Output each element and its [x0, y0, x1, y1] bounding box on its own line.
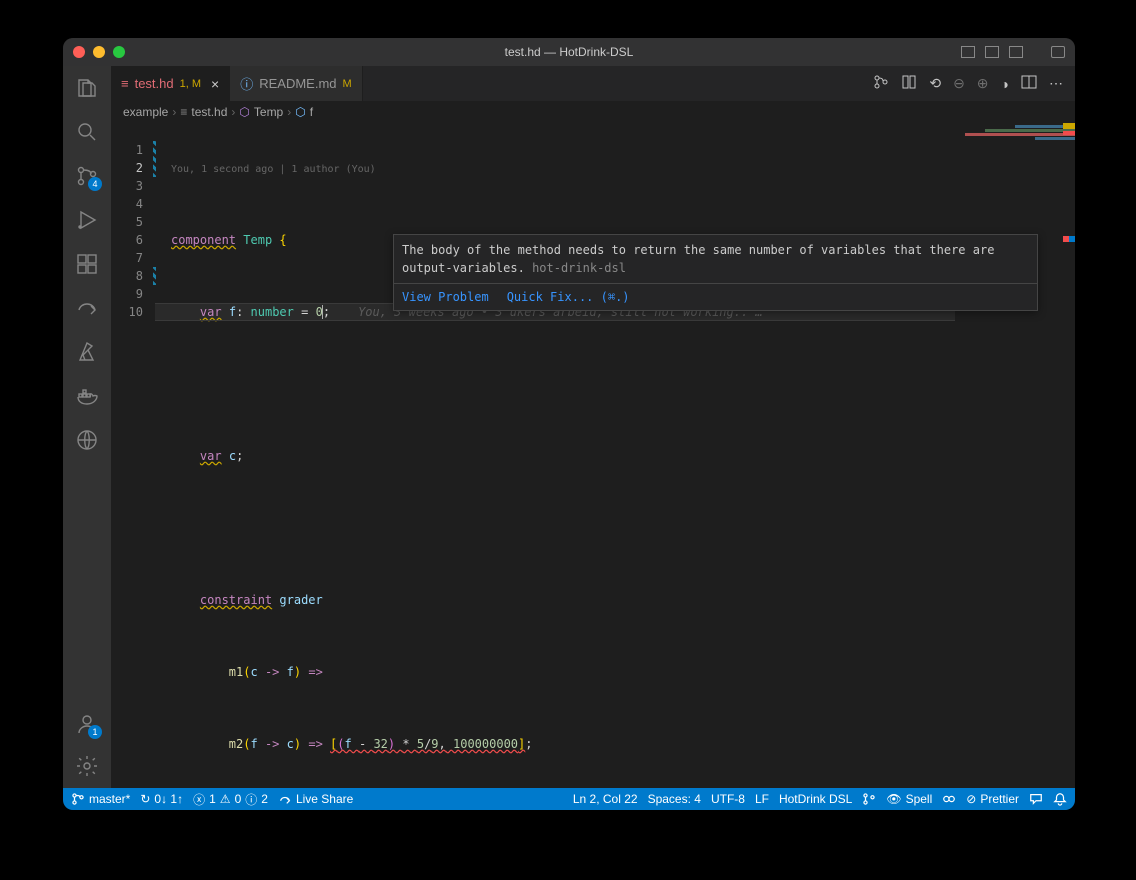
code-line[interactable]: m1(c -> f) =>: [155, 663, 1075, 681]
crumb-root[interactable]: example: [123, 105, 168, 119]
crumb-file[interactable]: test.hd: [191, 105, 227, 119]
compare-changes-icon[interactable]: [873, 74, 889, 93]
crumb-symbol[interactable]: Temp: [254, 105, 283, 119]
code-area[interactable]: You, 1 second ago | 1 author (You) compo…: [155, 123, 1075, 788]
quick-fix-link[interactable]: Quick Fix... (⌘.): [507, 288, 630, 306]
breadcrumb[interactable]: example › ≡ test.hd › ⬡ Temp › ⬡ f: [111, 101, 1075, 123]
titlebar: test.hd — HotDrink-DSL: [63, 38, 1075, 66]
panel-right-icon[interactable]: [1009, 46, 1023, 58]
accounts-icon[interactable]: 1: [75, 712, 99, 736]
info-icon: ⓘ: [240, 74, 253, 93]
tab-dirty-indicator: 1, M: [180, 78, 201, 90]
view-problem-link[interactable]: View Problem: [402, 288, 489, 306]
line-number: 9: [111, 285, 143, 303]
docker-icon[interactable]: [75, 384, 99, 408]
minimap[interactable]: [955, 123, 1075, 788]
app-window: test.hd — HotDrink-DSL 4: [63, 38, 1075, 810]
code-line[interactable]: constraint grader: [155, 591, 1075, 609]
line-number: 3: [111, 177, 143, 195]
overview-error-marker: [1063, 131, 1075, 135]
editor[interactable]: 1 2 3 4 5 6 7 8 9 10 You, 1 second ago |…: [111, 123, 1075, 788]
line-number: 10: [111, 303, 143, 321]
source-control-icon[interactable]: 4: [75, 164, 99, 188]
prev-change-icon[interactable]: ⊖: [953, 75, 965, 92]
sync-icon: ↻: [140, 792, 150, 806]
toggle-aux-icon[interactable]: ◑: [1001, 76, 1009, 92]
extensions-icon[interactable]: [75, 252, 99, 276]
line-number: 5: [111, 213, 143, 231]
panel-bottom-icon[interactable]: [985, 46, 999, 58]
symbol-field-icon: ⬡: [295, 105, 305, 119]
open-changes-icon[interactable]: [901, 74, 917, 93]
hover-message: The body of the method needs to return t…: [394, 235, 1037, 283]
panel-left-icon[interactable]: [961, 46, 975, 58]
code-line[interactable]: [155, 375, 1075, 393]
settings-gear-icon[interactable]: [75, 754, 99, 778]
tab-filename: test.hd: [135, 76, 174, 91]
layout-controls: [961, 46, 1065, 58]
line-number: 8: [111, 267, 143, 285]
azure-icon[interactable]: [75, 340, 99, 364]
file-icon: ≡: [121, 76, 129, 91]
code-line[interactable]: }: [155, 807, 1075, 810]
line-number: 6: [111, 231, 143, 249]
tab-filename: README.md: [259, 76, 336, 91]
codelens[interactable]: You, 1 second ago | 1 author (You): [155, 161, 1075, 175]
hover-actions: View Problem Quick Fix... (⌘.): [394, 283, 1037, 310]
code-line[interactable]: var c;: [155, 447, 1075, 465]
editor-group: ≡ test.hd 1, M × ⓘ README.md M ⟲ ⊖ ⊕ ◑: [111, 66, 1075, 788]
symbol-class-icon: ⬡: [239, 105, 249, 119]
run-icon[interactable]: ⟲: [929, 75, 941, 92]
tab-close-icon[interactable]: ×: [211, 76, 219, 92]
overview-info-marker: [1069, 236, 1075, 242]
crumb-symbol[interactable]: f: [310, 105, 313, 119]
line-number: 1: [111, 141, 143, 159]
close-window-button[interactable]: [73, 46, 85, 58]
overview-error-marker: [1063, 236, 1069, 242]
code-line[interactable]: m2(f -> c) => [(f - 32) * 5/9, 100000000…: [155, 735, 1075, 753]
line-number: 7: [111, 249, 143, 267]
search-icon[interactable]: [75, 120, 99, 144]
tab-readme[interactable]: ⓘ README.md M: [230, 66, 362, 101]
zoom-window-button[interactable]: [113, 46, 125, 58]
chevron-right-icon: ›: [287, 105, 291, 119]
run-debug-icon[interactable]: [75, 208, 99, 232]
window-controls: [73, 46, 125, 58]
split-editor-icon[interactable]: [1021, 74, 1037, 93]
gutter: 1 2 3 4 5 6 7 8 9 10: [111, 123, 155, 788]
scm-badge: 4: [88, 177, 102, 191]
customize-layout-icon[interactable]: [1051, 46, 1065, 58]
overview-warning-marker: [1063, 123, 1075, 129]
problem-hover: The body of the method needs to return t…: [393, 234, 1038, 311]
minimize-window-button[interactable]: [93, 46, 105, 58]
tabs-bar: ≡ test.hd 1, M × ⓘ README.md M ⟲ ⊖ ⊕ ◑: [111, 66, 1075, 101]
share-icon[interactable]: [75, 296, 99, 320]
code-line[interactable]: [155, 519, 1075, 537]
branch-status[interactable]: master*: [71, 792, 130, 806]
tab-dirty-indicator: M: [343, 78, 352, 90]
more-actions-icon[interactable]: ⋯: [1049, 75, 1063, 92]
editor-actions: ⟲ ⊖ ⊕ ◑ ⋯: [861, 66, 1075, 101]
activity-bar: 4 1: [63, 66, 111, 788]
tab-test-hd[interactable]: ≡ test.hd 1, M ×: [111, 66, 230, 101]
chevron-right-icon: ›: [172, 105, 176, 119]
explorer-icon[interactable]: [75, 76, 99, 100]
remote-explorer-icon[interactable]: [75, 428, 99, 452]
file-icon: ≡: [180, 105, 187, 119]
line-number: 4: [111, 195, 143, 213]
window-title: test.hd — HotDrink-DSL: [63, 45, 1075, 59]
accounts-badge: 1: [88, 725, 102, 739]
next-change-icon[interactable]: ⊕: [977, 75, 989, 92]
line-number: 2: [111, 159, 143, 177]
chevron-right-icon: ›: [231, 105, 235, 119]
